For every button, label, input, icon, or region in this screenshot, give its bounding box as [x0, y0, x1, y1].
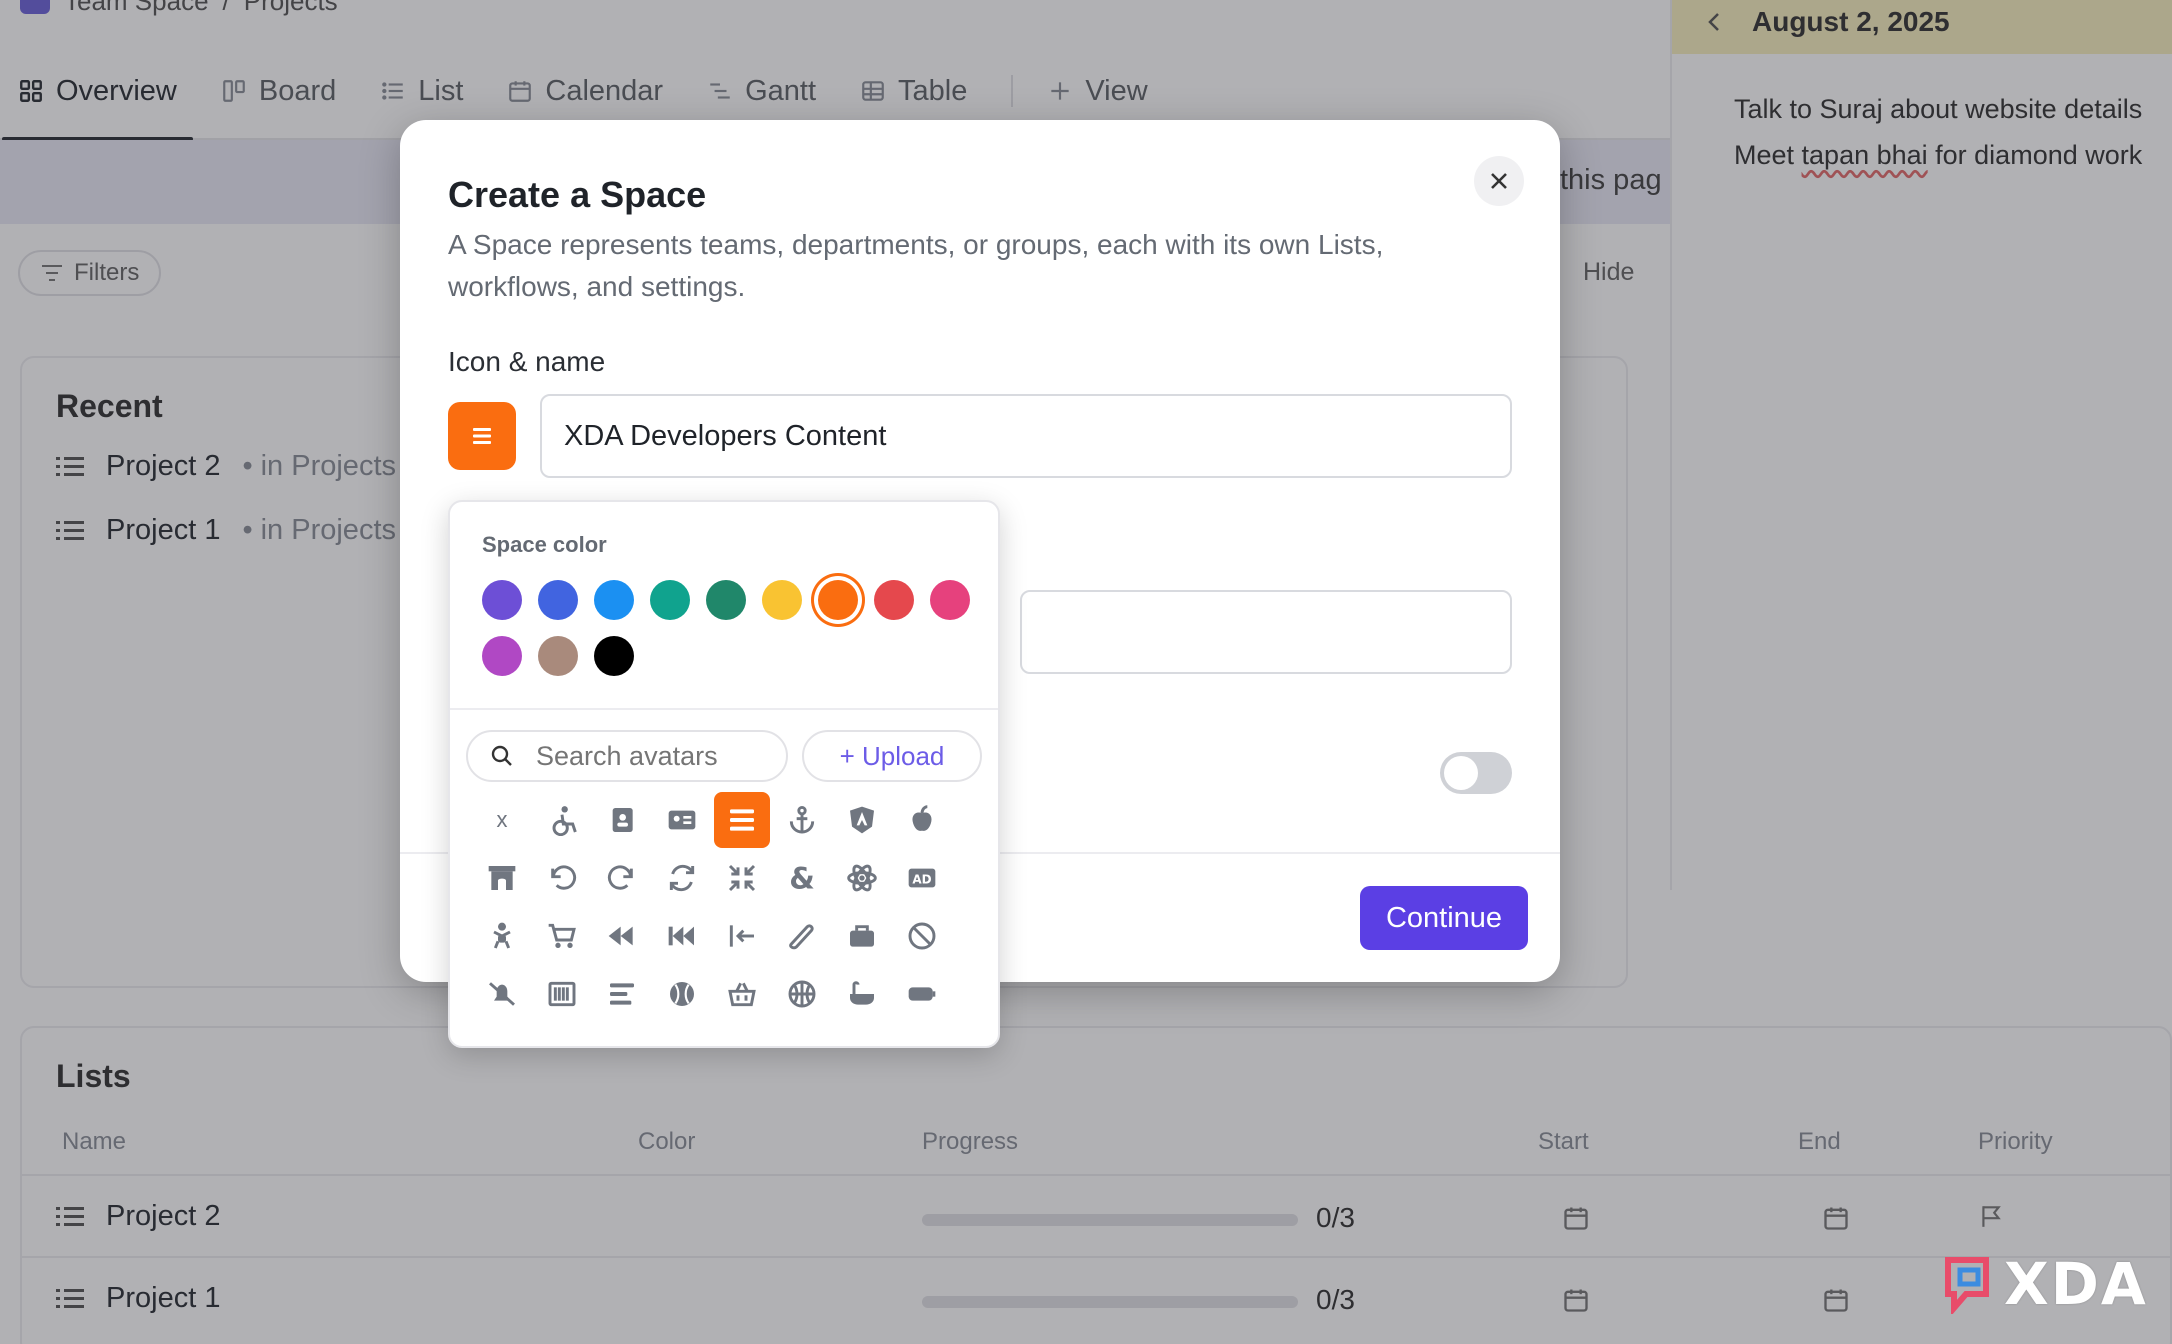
color-swatch[interactable]: [874, 580, 914, 620]
apple-icon[interactable]: [894, 792, 950, 848]
toggle-knob: [1444, 756, 1478, 790]
space-color-label: Space color: [482, 532, 607, 557]
color-swatch[interactable]: [706, 580, 746, 620]
arrow-to-left-icon[interactable]: [714, 908, 770, 964]
bath-icon[interactable]: [834, 966, 890, 1022]
ampersand-icon[interactable]: &: [774, 850, 830, 906]
color-swatch[interactable]: [762, 580, 802, 620]
avatar-search[interactable]: [466, 730, 788, 782]
watermark-text: XDA: [2004, 1250, 2148, 1318]
close-icon: [1491, 173, 1507, 189]
modal-description: A Space represents teams, departments, o…: [448, 229, 1384, 302]
svg-text:&: &: [789, 862, 815, 894]
battery-icon[interactable]: [894, 966, 950, 1022]
baby-icon[interactable]: [474, 908, 530, 964]
compress-icon[interactable]: [714, 850, 770, 906]
color-swatch[interactable]: [594, 580, 634, 620]
color-swatch[interactable]: [482, 636, 522, 676]
avatar-x-letter[interactable]: x: [474, 792, 530, 848]
color-swatch[interactable]: [538, 636, 578, 676]
archway-icon[interactable]: [474, 850, 530, 906]
color-swatch[interactable]: [538, 580, 578, 620]
basketball-icon[interactable]: [774, 966, 830, 1022]
anchor-icon[interactable]: [774, 792, 830, 848]
private-toggle[interactable]: [1440, 752, 1512, 794]
sync-icon[interactable]: [654, 850, 710, 906]
align-justify-icon[interactable]: [714, 792, 770, 848]
cart-icon[interactable]: [534, 908, 590, 964]
atom-icon[interactable]: [834, 850, 890, 906]
xda-watermark: XDA: [1942, 1250, 2148, 1318]
continue-button[interactable]: Continue: [1360, 886, 1528, 950]
space-name-input[interactable]: [540, 394, 1512, 478]
avatar-search-input[interactable]: [536, 740, 756, 772]
angular-icon[interactable]: [834, 792, 890, 848]
wheelchair-icon[interactable]: [534, 792, 590, 848]
bandage-icon[interactable]: [774, 908, 830, 964]
close-button[interactable]: [1474, 156, 1524, 206]
search-icon: [491, 745, 512, 766]
space-description-input[interactable]: [1020, 590, 1512, 674]
baseball-icon[interactable]: [654, 966, 710, 1022]
color-swatch[interactable]: [818, 580, 858, 620]
color-swatch[interactable]: [650, 580, 690, 620]
modal-title: Create a Space: [448, 174, 707, 215]
xda-logo-icon: [1945, 1257, 1989, 1314]
picker-divider: [450, 708, 998, 710]
avatar-icon-grid: x & AD: [474, 792, 974, 1024]
barcode-icon[interactable]: [534, 966, 590, 1022]
ban-icon[interactable]: [894, 908, 950, 964]
redo-icon[interactable]: [594, 850, 650, 906]
color-swatch[interactable]: [930, 580, 970, 620]
address-book-icon[interactable]: [594, 792, 650, 848]
align-justify-icon: [473, 428, 491, 444]
undo-icon[interactable]: [534, 850, 590, 906]
backward-icon[interactable]: [594, 908, 650, 964]
align-left-icon[interactable]: [594, 966, 650, 1022]
avatar-picker-popover: Space color + Upload x & AD: [448, 500, 1000, 1048]
basket-icon[interactable]: [714, 966, 770, 1022]
svg-text:AD: AD: [912, 872, 931, 886]
fast-backward-icon[interactable]: [654, 908, 710, 964]
briefcase-icon[interactable]: [834, 908, 890, 964]
upload-button[interactable]: + Upload: [802, 730, 982, 782]
color-swatch[interactable]: [482, 580, 522, 620]
bell-slash-icon[interactable]: [474, 966, 530, 1022]
id-card-icon[interactable]: [654, 792, 710, 848]
ad-icon[interactable]: AD: [894, 850, 950, 906]
color-swatch[interactable]: [594, 636, 634, 676]
icon-name-label: Icon & name: [448, 346, 606, 377]
space-icon-button[interactable]: [448, 402, 516, 470]
